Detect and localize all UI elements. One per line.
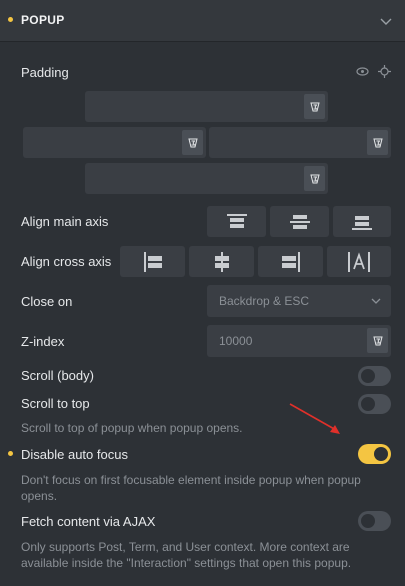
padding-left-input[interactable] (23, 127, 206, 158)
z-index-input[interactable]: 10000 (207, 325, 391, 357)
chevron-down-icon[interactable] (379, 14, 393, 28)
padding-bottom-input[interactable] (85, 163, 328, 194)
fetch-ajax-description-2: available inside the "Interaction" setti… (21, 556, 352, 570)
units-icon[interactable] (367, 130, 388, 155)
align-cross-stretch-button[interactable] (327, 246, 391, 277)
disable-auto-focus-label: Disable auto focus (21, 447, 128, 462)
active-indicator-dot (8, 451, 13, 456)
align-stretch-icon (348, 251, 370, 272)
align-main-end-button[interactable] (333, 206, 391, 237)
scroll-to-top-toggle[interactable] (358, 394, 391, 414)
align-center-icon (289, 214, 310, 229)
padding-label: Padding (21, 65, 69, 80)
scroll-body-toggle[interactable] (358, 366, 391, 386)
padding-right-input[interactable] (209, 127, 391, 158)
z-index-label: Z-index (21, 334, 65, 349)
z-index-placeholder: 10000 (219, 334, 253, 348)
align-left-icon (143, 251, 162, 272)
units-icon[interactable] (304, 166, 325, 191)
units-icon[interactable] (304, 94, 325, 119)
fetch-ajax-description-1: Only supports Post, Term, and User conte… (21, 540, 350, 554)
align-cross-center-button[interactable] (189, 246, 254, 277)
visibility-icon[interactable] (356, 65, 369, 78)
align-cross-start-button[interactable] (120, 246, 185, 277)
section-title: POPUP (21, 13, 65, 27)
align-cross-axis-label: Align cross axis (21, 254, 112, 269)
units-icon[interactable] (182, 130, 203, 155)
align-top-icon (226, 213, 247, 228)
fetch-ajax-label: Fetch content via AJAX (21, 514, 156, 529)
active-indicator-dot (8, 17, 13, 22)
align-main-axis-label: Align main axis (21, 214, 109, 229)
scroll-to-top-label: Scroll to top (21, 396, 90, 411)
align-right-icon (281, 251, 300, 272)
fetch-ajax-toggle[interactable] (358, 511, 391, 531)
scroll-body-label: Scroll (body) (21, 368, 94, 383)
units-icon[interactable] (367, 328, 388, 353)
close-on-label: Close on (21, 294, 73, 309)
annotation-arrow-icon (289, 403, 340, 434)
align-cross-end-button[interactable] (258, 246, 323, 277)
close-on-select[interactable]: Backdrop & ESC (207, 285, 391, 317)
crosshair-icon[interactable] (378, 65, 391, 78)
align-main-start-button[interactable] (207, 206, 266, 237)
align-main-center-button[interactable] (270, 206, 329, 237)
close-on-value: Backdrop & ESC (219, 294, 310, 308)
disable-auto-focus-toggle[interactable] (358, 444, 391, 464)
disable-auto-focus-description-2: opens. (21, 489, 58, 503)
section-header[interactable]: POPUP (0, 0, 405, 42)
align-middle-icon (214, 251, 229, 272)
padding-top-input[interactable] (85, 91, 328, 122)
scroll-to-top-description: Scroll to top of popup when popup opens. (21, 421, 243, 435)
disable-auto-focus-description-1: Don't focus on first focusable element i… (21, 473, 361, 487)
chevron-down-icon (371, 298, 381, 304)
align-bottom-icon (352, 215, 372, 230)
